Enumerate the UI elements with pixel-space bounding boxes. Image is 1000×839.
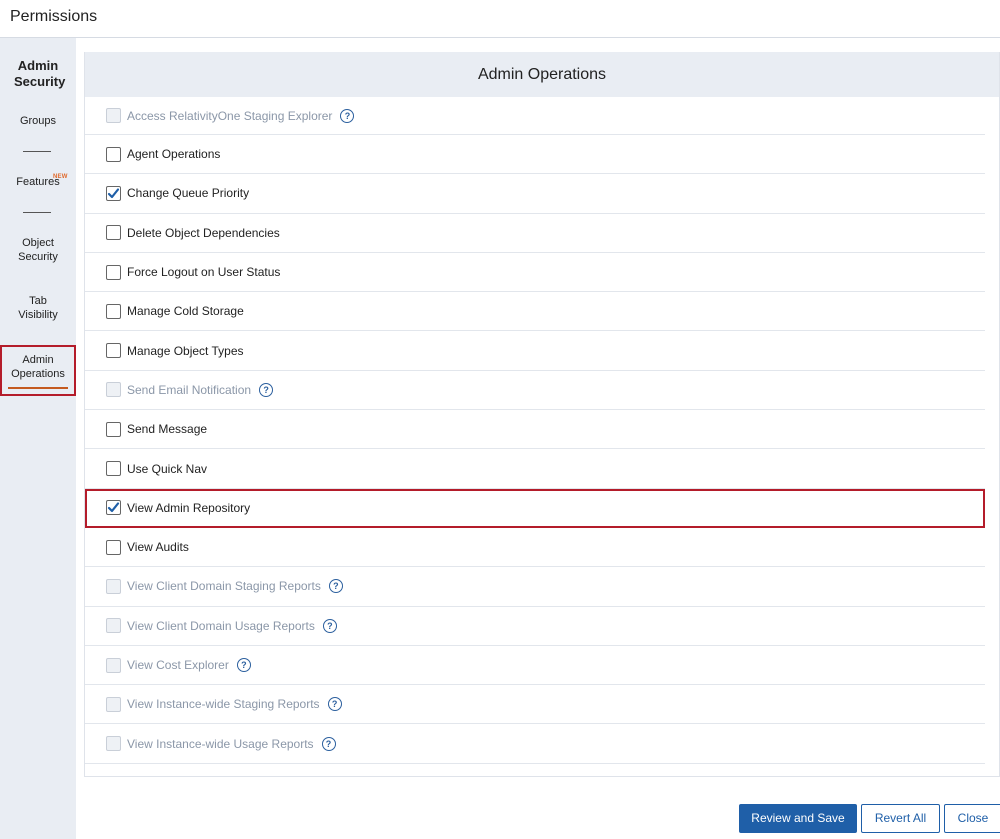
permission-row: View Instance-wide Staging Reports? <box>85 685 985 725</box>
permission-checkbox[interactable] <box>106 146 121 162</box>
permission-label: Use Quick Nav <box>127 461 208 476</box>
window-title: Permissions <box>10 8 98 25</box>
help-icon[interactable]: ? <box>322 618 337 633</box>
permission-row[interactable]: Change Queue Priority <box>85 174 985 214</box>
sidebar-item-label: Tab Visibility <box>18 295 58 321</box>
permission-checkbox[interactable] <box>106 500 121 516</box>
permission-label: View Instance-wide Usage Reports <box>127 736 314 751</box>
permission-row: View Client Domain Staging Reports? <box>85 567 985 607</box>
permission-checkbox <box>106 657 121 673</box>
review-and-save-button[interactable]: Review and Save <box>739 804 857 833</box>
permission-label: Delete Object Dependencies <box>127 225 280 240</box>
permission-label: View Client Domain Usage Reports <box>127 618 315 633</box>
sidebar-item-label: Object Security <box>18 237 58 263</box>
sidebar-divider <box>23 151 51 152</box>
active-indicator <box>8 387 68 389</box>
permission-label: Manage Cold Storage <box>127 304 244 319</box>
permission-checkbox <box>106 578 121 594</box>
title-bar: Permissions <box>0 0 1000 38</box>
permission-row[interactable]: View Audits <box>85 528 985 568</box>
permission-checkbox[interactable] <box>106 539 121 555</box>
permission-label: Access RelativityOne Staging Explorer <box>127 108 333 123</box>
permission-checkbox <box>106 618 121 634</box>
permission-label: Manage Object Types <box>127 343 244 358</box>
permission-label: View Cost Explorer <box>127 658 229 672</box>
permission-checkbox[interactable] <box>106 225 121 241</box>
permission-row: Access RelativityOne Staging Explorer? <box>85 97 985 135</box>
permission-label: View Instance-wide Staging Reports <box>127 697 320 712</box>
checkmark-icon <box>107 502 120 513</box>
permission-label: Send Email Notification <box>127 382 252 397</box>
sidebar-item-tab-visibility[interactable]: Tab Visibility <box>0 294 76 322</box>
permission-label: Change Queue Priority <box>127 186 250 201</box>
permission-row[interactable]: Delete Object Dependencies <box>85 214 985 253</box>
help-icon[interactable]: ? <box>236 658 251 672</box>
permission-checkbox <box>106 736 121 752</box>
help-icon[interactable]: ? <box>321 736 336 751</box>
permission-label: View Admin Repository <box>127 500 251 515</box>
permission-row[interactable]: Force Logout on User Status <box>85 253 985 293</box>
permission-row: Send Email Notification? <box>85 371 985 411</box>
sidebar-item-label: Admin Operations <box>11 354 65 380</box>
permission-row[interactable]: Manage Cold Storage <box>85 292 985 332</box>
permission-row[interactable]: Use Quick Nav <box>85 449 985 489</box>
sidebar: Admin Security Groups Features NEW Objec… <box>0 38 76 839</box>
sidebar-item-groups[interactable]: Groups <box>0 114 76 128</box>
help-icon[interactable]: ? <box>340 108 355 123</box>
permission-checkbox[interactable] <box>106 264 121 280</box>
permission-label: Force Logout on User Status <box>127 265 281 280</box>
sidebar-divider <box>23 212 51 213</box>
sidebar-item-features[interactable]: Features NEW <box>0 174 76 189</box>
sidebar-item-object-security[interactable]: Object Security <box>0 236 76 264</box>
permission-row[interactable]: Send Message <box>85 410 985 450</box>
permission-list[interactable]: Access RelativityOne Staging Explorer? Ag… <box>85 97 985 764</box>
new-badge: NEW <box>53 174 68 180</box>
permission-checkbox[interactable] <box>106 461 121 477</box>
checkmark-icon <box>107 188 120 199</box>
permission-row: View Cost Explorer? <box>85 646 985 686</box>
help-icon[interactable]: ? <box>328 579 343 594</box>
close-button[interactable]: Close <box>944 804 1000 833</box>
help-icon[interactable]: ? <box>259 382 274 397</box>
admin-operations-panel: Admin Operations Access RelativityOne St… <box>84 52 1000 777</box>
permission-row: View Client Domain Usage Reports? <box>85 607 985 646</box>
permission-checkbox[interactable] <box>106 421 121 437</box>
permission-row[interactable]: View Admin Repository <box>85 488 985 528</box>
sidebar-header: Admin Security <box>14 58 66 89</box>
sidebar-item-admin-operations[interactable]: Admin Operations <box>0 345 76 396</box>
sidebar-item-label: Groups <box>19 115 57 127</box>
permission-row[interactable]: Manage Object Types <box>85 331 985 371</box>
help-icon[interactable]: ? <box>327 697 342 712</box>
permission-checkbox[interactable] <box>106 303 121 319</box>
permission-label: Agent Operations <box>127 147 221 162</box>
permission-checkbox <box>106 108 121 123</box>
permission-checkbox[interactable] <box>106 185 121 201</box>
panel-title: Admin Operations <box>85 52 999 97</box>
permission-row: View Instance-wide Usage Reports? <box>85 724 985 764</box>
permission-row[interactable]: Agent Operations <box>85 135 985 175</box>
permission-checkbox <box>106 696 121 712</box>
permission-label: Send Message <box>127 422 208 437</box>
permission-checkbox[interactable] <box>106 343 121 359</box>
permission-label: View Audits <box>127 540 189 555</box>
revert-all-button[interactable]: Revert All <box>861 804 940 833</box>
permission-checkbox <box>106 382 121 398</box>
permission-label: View Client Domain Staging Reports <box>127 579 321 594</box>
